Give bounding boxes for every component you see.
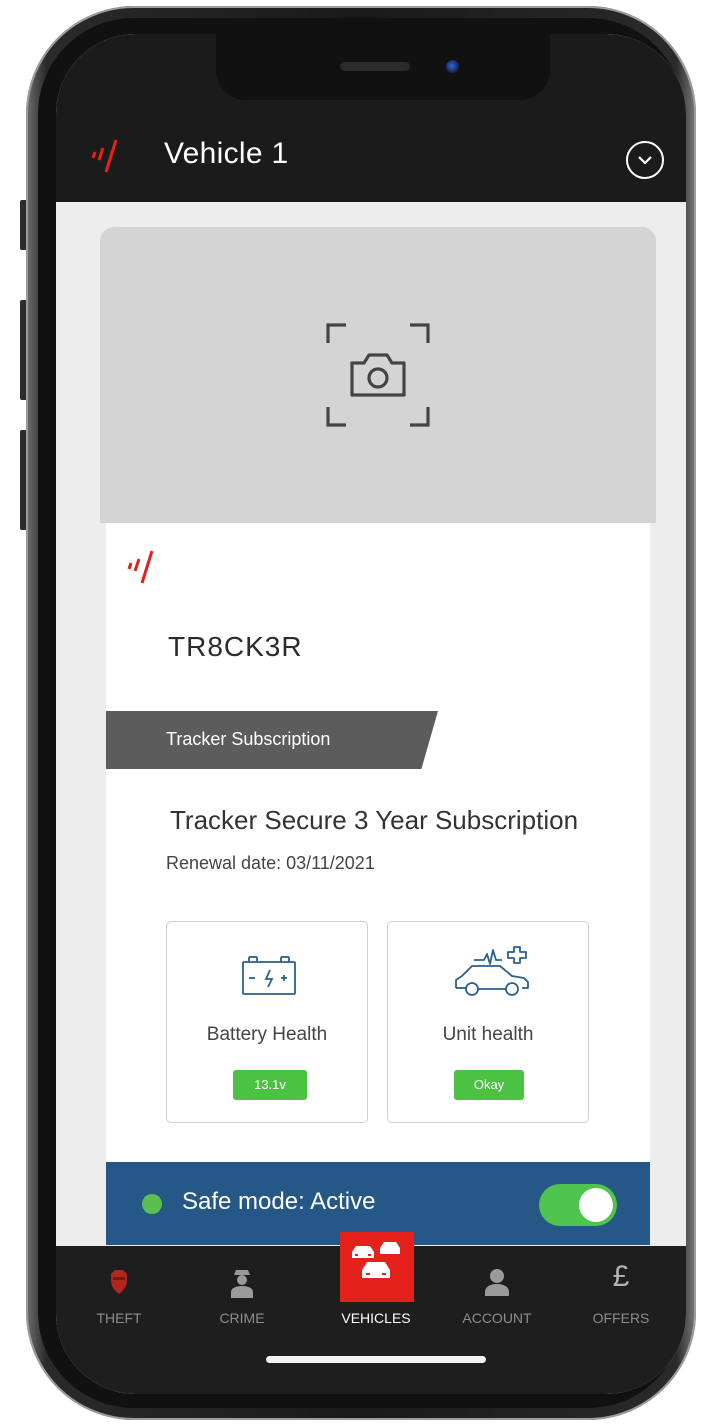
unit-health-badge: Okay bbox=[454, 1070, 524, 1100]
subscription-banner: Tracker Subscription bbox=[106, 711, 438, 769]
renewal-date: Renewal date: 03/11/2021 bbox=[166, 853, 375, 873]
unit-health-label: Unit health bbox=[442, 1024, 534, 1045]
tab-crime[interactable]: CRIME bbox=[187, 1246, 297, 1346]
vehicle-plate: TR8CK3R bbox=[168, 631, 303, 662]
plan-name: Tracker Secure 3 Year Subscription bbox=[170, 805, 579, 835]
tab-label: THEFT bbox=[96, 1310, 142, 1326]
tab-account[interactable]: ACCOUNT bbox=[442, 1246, 552, 1346]
cars-icon bbox=[352, 1242, 400, 1278]
subscription-banner-label: Tracker Subscription bbox=[166, 729, 331, 749]
page-title: Vehicle 1 bbox=[164, 137, 289, 170]
toggle-knob[interactable] bbox=[579, 1188, 613, 1222]
tracker-logo-icon bbox=[127, 550, 154, 584]
pound-icon: £ bbox=[612, 1260, 630, 1293]
battery-health-label: Battery Health bbox=[206, 1024, 328, 1045]
battery-voltage-badge: 13.1v bbox=[233, 1070, 307, 1100]
tab-offers[interactable]: £ OFFERS bbox=[566, 1246, 676, 1346]
bottom-tab-bar: THEFT CRIME VEHICLES ACCOUNT £ OFFERS bbox=[56, 1232, 686, 1394]
safe-mode-toggle[interactable] bbox=[539, 1184, 617, 1226]
tab-vehicles[interactable]: VEHICLES bbox=[321, 1242, 431, 1346]
safe-mode-label: Safe mode: Active bbox=[182, 1188, 376, 1215]
tab-label: ACCOUNT bbox=[462, 1310, 532, 1326]
phone-notch bbox=[216, 34, 550, 100]
speaker-grille bbox=[340, 62, 410, 71]
tab-label: OFFERS bbox=[592, 1310, 650, 1326]
police-officer-icon bbox=[231, 1270, 253, 1298]
phone-screen: Vehicle 1 TR8CK3R Tracker Subscription T… bbox=[56, 34, 686, 1394]
home-indicator[interactable] bbox=[266, 1356, 486, 1363]
front-camera bbox=[446, 60, 459, 73]
tab-label: CRIME bbox=[219, 1310, 265, 1326]
tab-label: VEHICLES bbox=[341, 1310, 411, 1326]
police-badge-icon bbox=[111, 1270, 127, 1294]
unit-health-tile[interactable]: Unit health Okay bbox=[387, 921, 589, 1123]
battery-icon bbox=[242, 956, 296, 995]
camera-add-icon[interactable] bbox=[326, 323, 430, 427]
safe-mode-status-dot bbox=[142, 1194, 162, 1214]
chevron-down-icon bbox=[638, 156, 652, 165]
person-icon bbox=[485, 1269, 509, 1296]
battery-health-tile[interactable]: Battery Health 13.1v bbox=[166, 921, 368, 1123]
car-health-icon bbox=[455, 946, 529, 996]
vehicle-photo-placeholder[interactable] bbox=[100, 227, 656, 523]
vehicle-menu-button[interactable] bbox=[626, 141, 664, 179]
tracker-logo-icon bbox=[91, 139, 118, 173]
vehicle-card: TR8CK3R Tracker Subscription Tracker Sec… bbox=[106, 523, 650, 1245]
tab-theft[interactable]: THEFT bbox=[64, 1246, 174, 1346]
